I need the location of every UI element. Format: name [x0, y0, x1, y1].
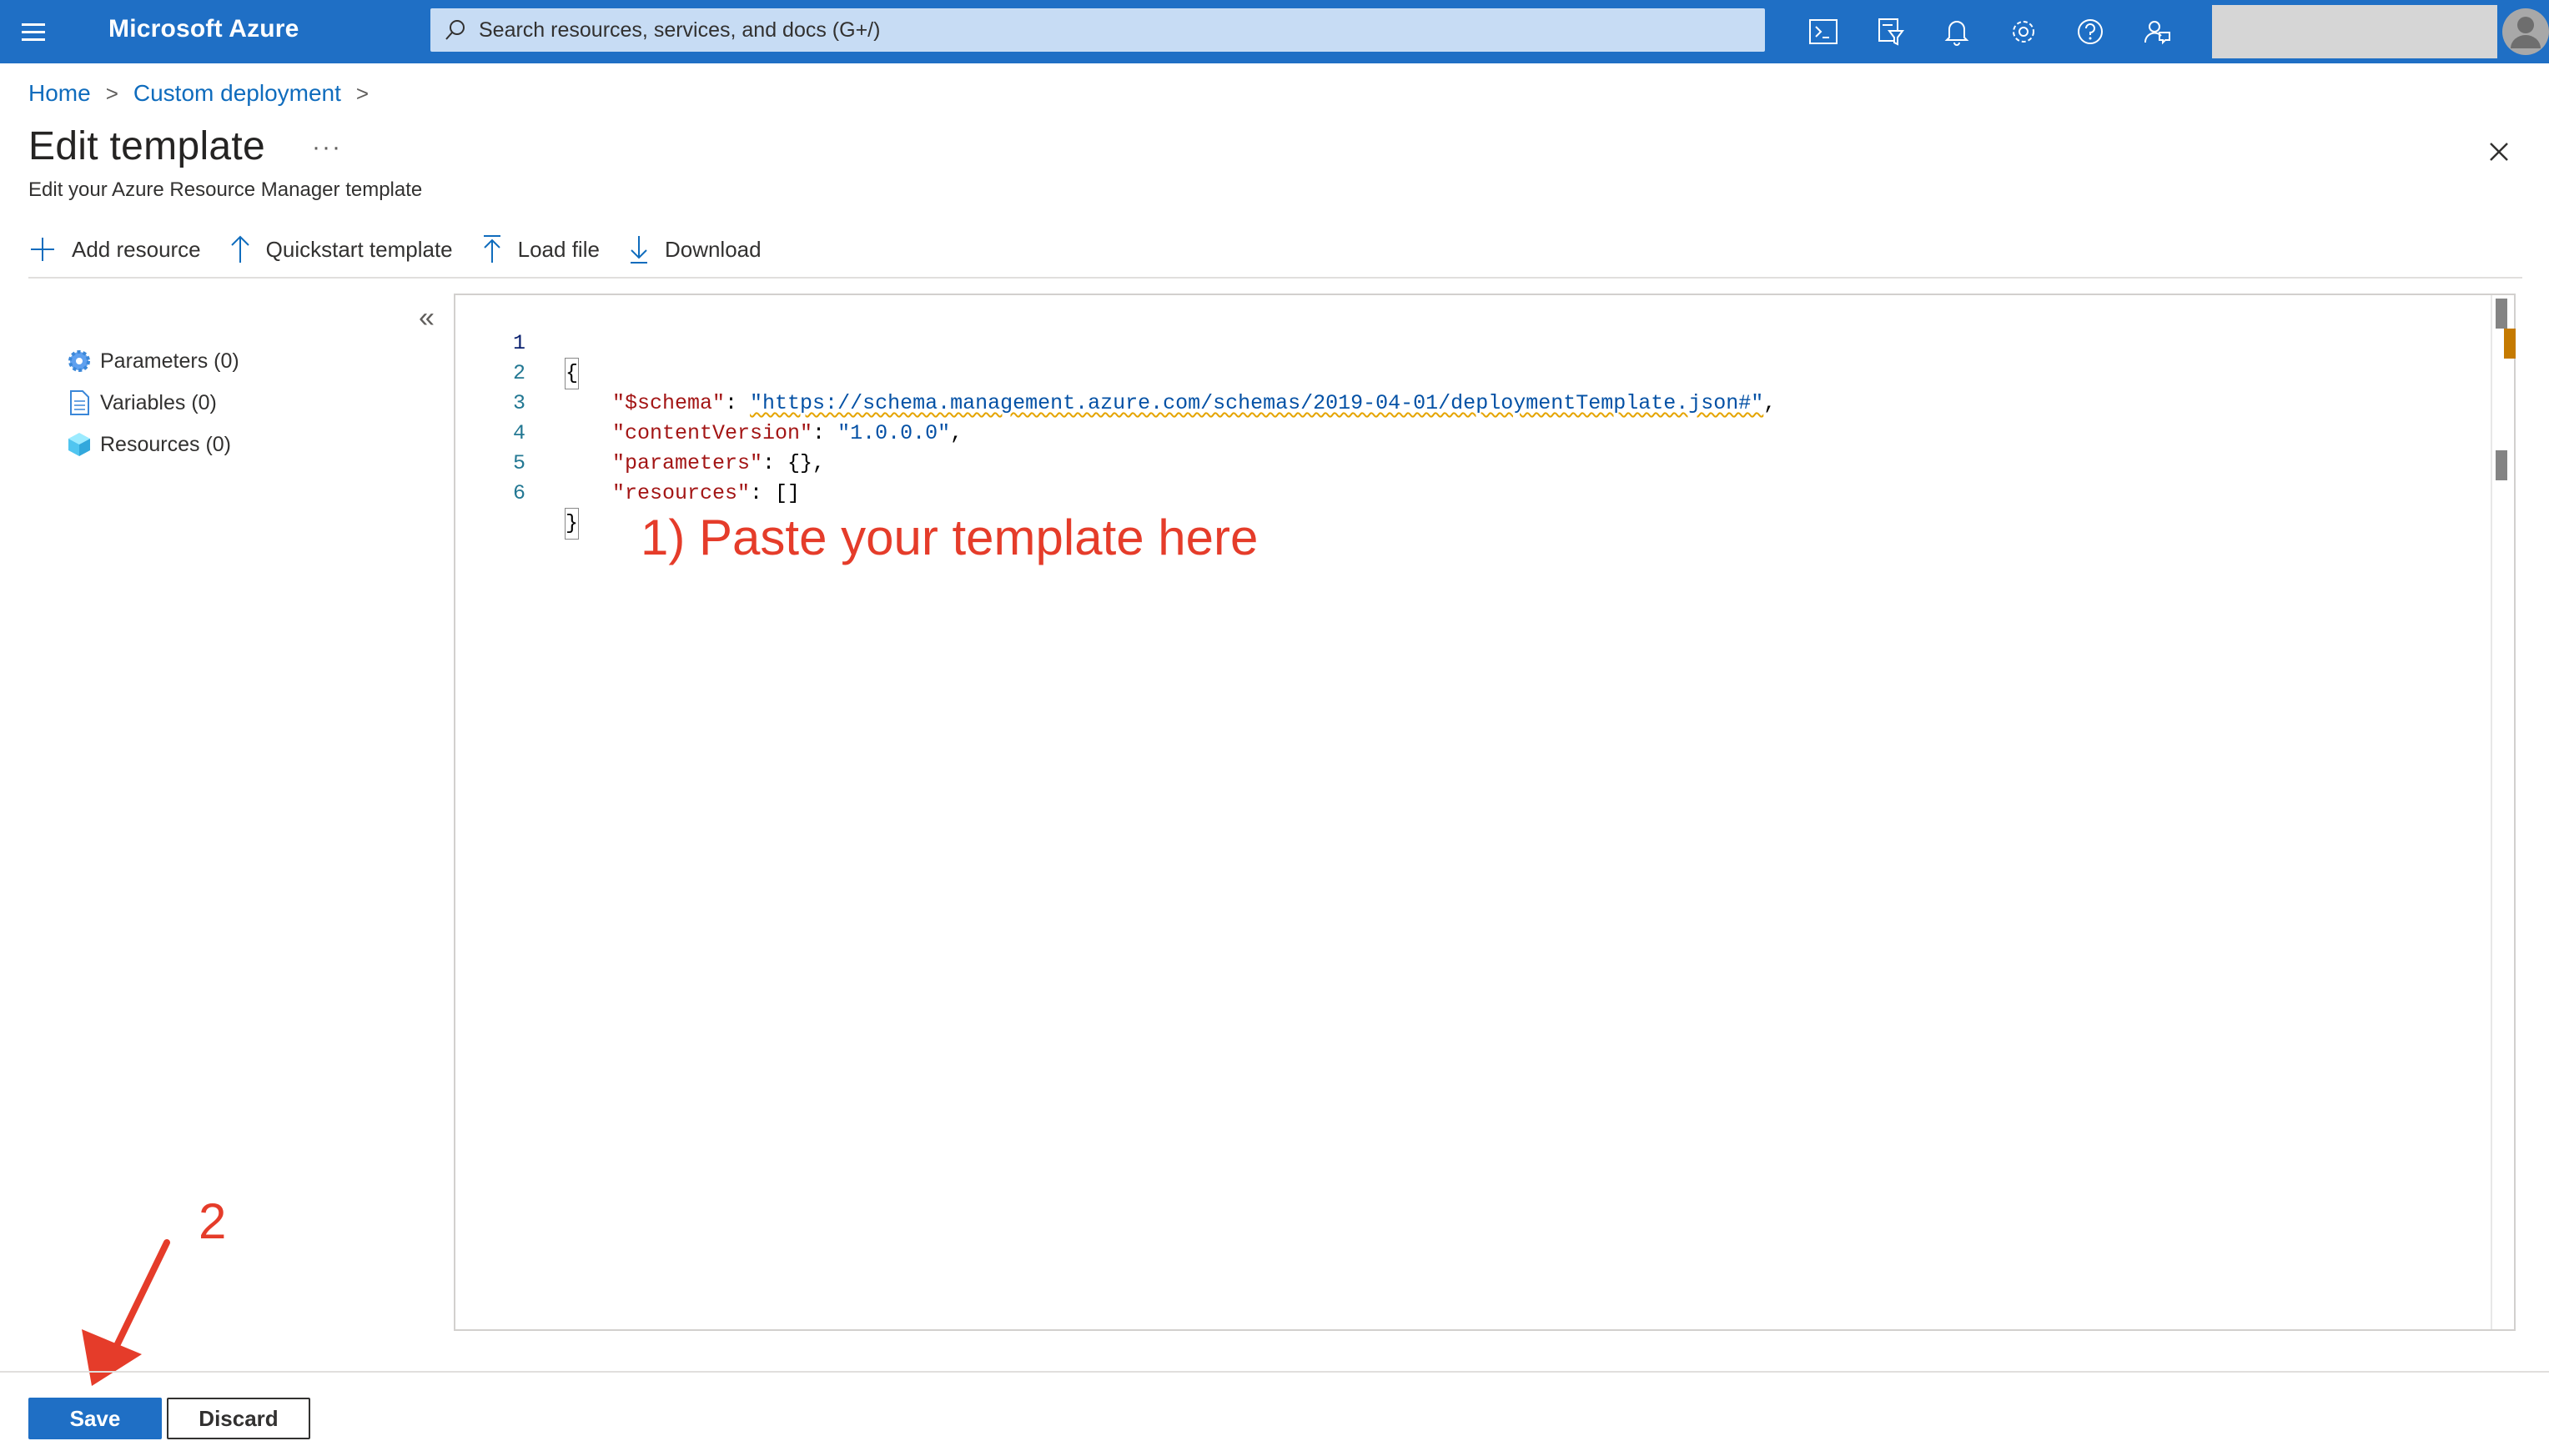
cloud-shell-icon[interactable] — [1803, 12, 1843, 52]
download-label: Download — [664, 236, 762, 262]
template-outline: Parameters (0) Variables (0) Resources (… — [65, 340, 239, 465]
download-icon — [630, 236, 647, 264]
outline-item-resources[interactable]: Resources (0) — [65, 424, 239, 465]
line-number: 6 — [512, 481, 525, 505]
global-search[interactable] — [430, 8, 1765, 52]
search-input[interactable] — [479, 13, 1730, 47]
json-rest: : [] — [750, 481, 801, 505]
breadcrumb: Home > Custom deployment > — [28, 78, 384, 108]
json-key: "resources" — [612, 481, 751, 505]
code-text: "parameters": {}, — [612, 449, 825, 479]
annotation-arrow-icon — [82, 1239, 170, 1386]
json-key: "contentVersion" — [612, 421, 813, 445]
brand-name[interactable]: Microsoft Azure — [108, 15, 299, 43]
avatar[interactable] — [2501, 3, 2549, 60]
warning-marker — [2504, 329, 2516, 359]
gear-icon — [68, 350, 90, 372]
load-file-button[interactable]: Load file — [481, 234, 600, 264]
json-value: "https://schema.management.azure.com/sch… — [750, 391, 1764, 415]
template-code-editor[interactable]: 1 { 2 "$schema": "https://schema.managem… — [454, 294, 2516, 1331]
close-icon[interactable] — [2482, 135, 2516, 168]
notifications-icon[interactable] — [1937, 12, 1977, 52]
outline-item-variables[interactable]: Variables (0) — [65, 382, 239, 424]
json-value: "1.0.0.0" — [837, 421, 951, 445]
scroll-marker — [2496, 299, 2507, 329]
json-punct: , — [1763, 391, 1777, 415]
json-punct: , — [950, 421, 963, 445]
quickstart-template-label: Quickstart template — [265, 236, 453, 262]
code-text: "resources": [] — [612, 479, 800, 509]
more-actions-button[interactable]: ··· — [312, 133, 342, 162]
code-line: 4 "parameters": {}, — [459, 389, 825, 475]
load-file-label: Load file — [517, 236, 600, 262]
editor-text-area[interactable]: 1 { 2 "$schema": "https://schema.managem… — [459, 295, 2491, 1329]
json-separator: : — [725, 391, 751, 415]
code-line: 1 { — [459, 299, 580, 389]
outline-variables-label: Variables (0) — [100, 390, 217, 414]
breadcrumb-custom-deployment[interactable]: Custom deployment — [133, 80, 341, 107]
directory-filter-icon[interactable] — [1870, 12, 1910, 52]
code-text: { — [564, 358, 580, 389]
discard-button[interactable]: Discard — [167, 1398, 310, 1439]
code-text: } — [564, 508, 580, 540]
quickstart-template-button[interactable]: Quickstart template — [229, 234, 453, 264]
download-button[interactable]: Download — [628, 234, 762, 264]
add-resource-button[interactable]: Add resource — [28, 235, 201, 264]
chevron-right-icon: > — [355, 80, 370, 106]
json-key: "$schema" — [612, 391, 726, 415]
code-line: 5 "resources": [] — [459, 419, 800, 505]
upload-icon — [483, 235, 500, 263]
outline-resources-label: Resources (0) — [100, 432, 231, 456]
document-icon — [70, 390, 89, 415]
chevron-right-icon: > — [105, 80, 118, 106]
outline-parameters-label: Parameters (0) — [100, 349, 239, 373]
page-title: Edit template — [28, 124, 266, 168]
footer-divider — [0, 1371, 2549, 1373]
outline-item-parameters[interactable]: Parameters (0) — [65, 340, 239, 382]
account-menu[interactable] — [2212, 5, 2497, 58]
settings-icon[interactable] — [2004, 12, 2044, 52]
search-icon — [445, 20, 465, 40]
json-rest: : {}, — [762, 451, 826, 475]
instruction-annotation: 1) Paste your template here — [641, 510, 1259, 565]
code-text: "$schema": "https://schema.management.az… — [612, 389, 1776, 419]
page-subtitle: Edit your Azure Resource Manager templat… — [28, 178, 423, 201]
collapse-outline-button[interactable]: « — [419, 302, 435, 334]
portal-menu-button[interactable] — [18, 18, 52, 47]
step-number-annotation: 2 — [199, 1193, 227, 1249]
editor-scrollbar[interactable] — [2491, 295, 2516, 1329]
command-bar: Add resource Quickstart template Load fi… — [28, 230, 790, 269]
breadcrumb-home[interactable]: Home — [28, 80, 91, 107]
arrow-up-icon — [230, 235, 249, 263]
top-navigation-bar: Microsoft Azure — [0, 0, 2549, 63]
code-line: 3 "contentVersion": "1.0.0.0", — [459, 359, 963, 445]
help-icon[interactable] — [2070, 12, 2110, 52]
save-button[interactable]: Save — [28, 1398, 162, 1439]
cube-icon — [68, 433, 90, 456]
add-resource-label: Add resource — [72, 236, 201, 262]
json-separator: : — [812, 421, 838, 445]
toolbar-divider — [28, 277, 2522, 279]
feedback-icon[interactable] — [2137, 12, 2177, 52]
scroll-marker — [2496, 450, 2507, 480]
code-line: 2 "$schema": "https://schema.management.… — [459, 329, 1776, 415]
plus-icon — [31, 238, 54, 261]
json-key: "parameters" — [612, 451, 763, 475]
code-line: 6 } — [459, 449, 580, 540]
code-text: "contentVersion": "1.0.0.0", — [612, 419, 963, 449]
